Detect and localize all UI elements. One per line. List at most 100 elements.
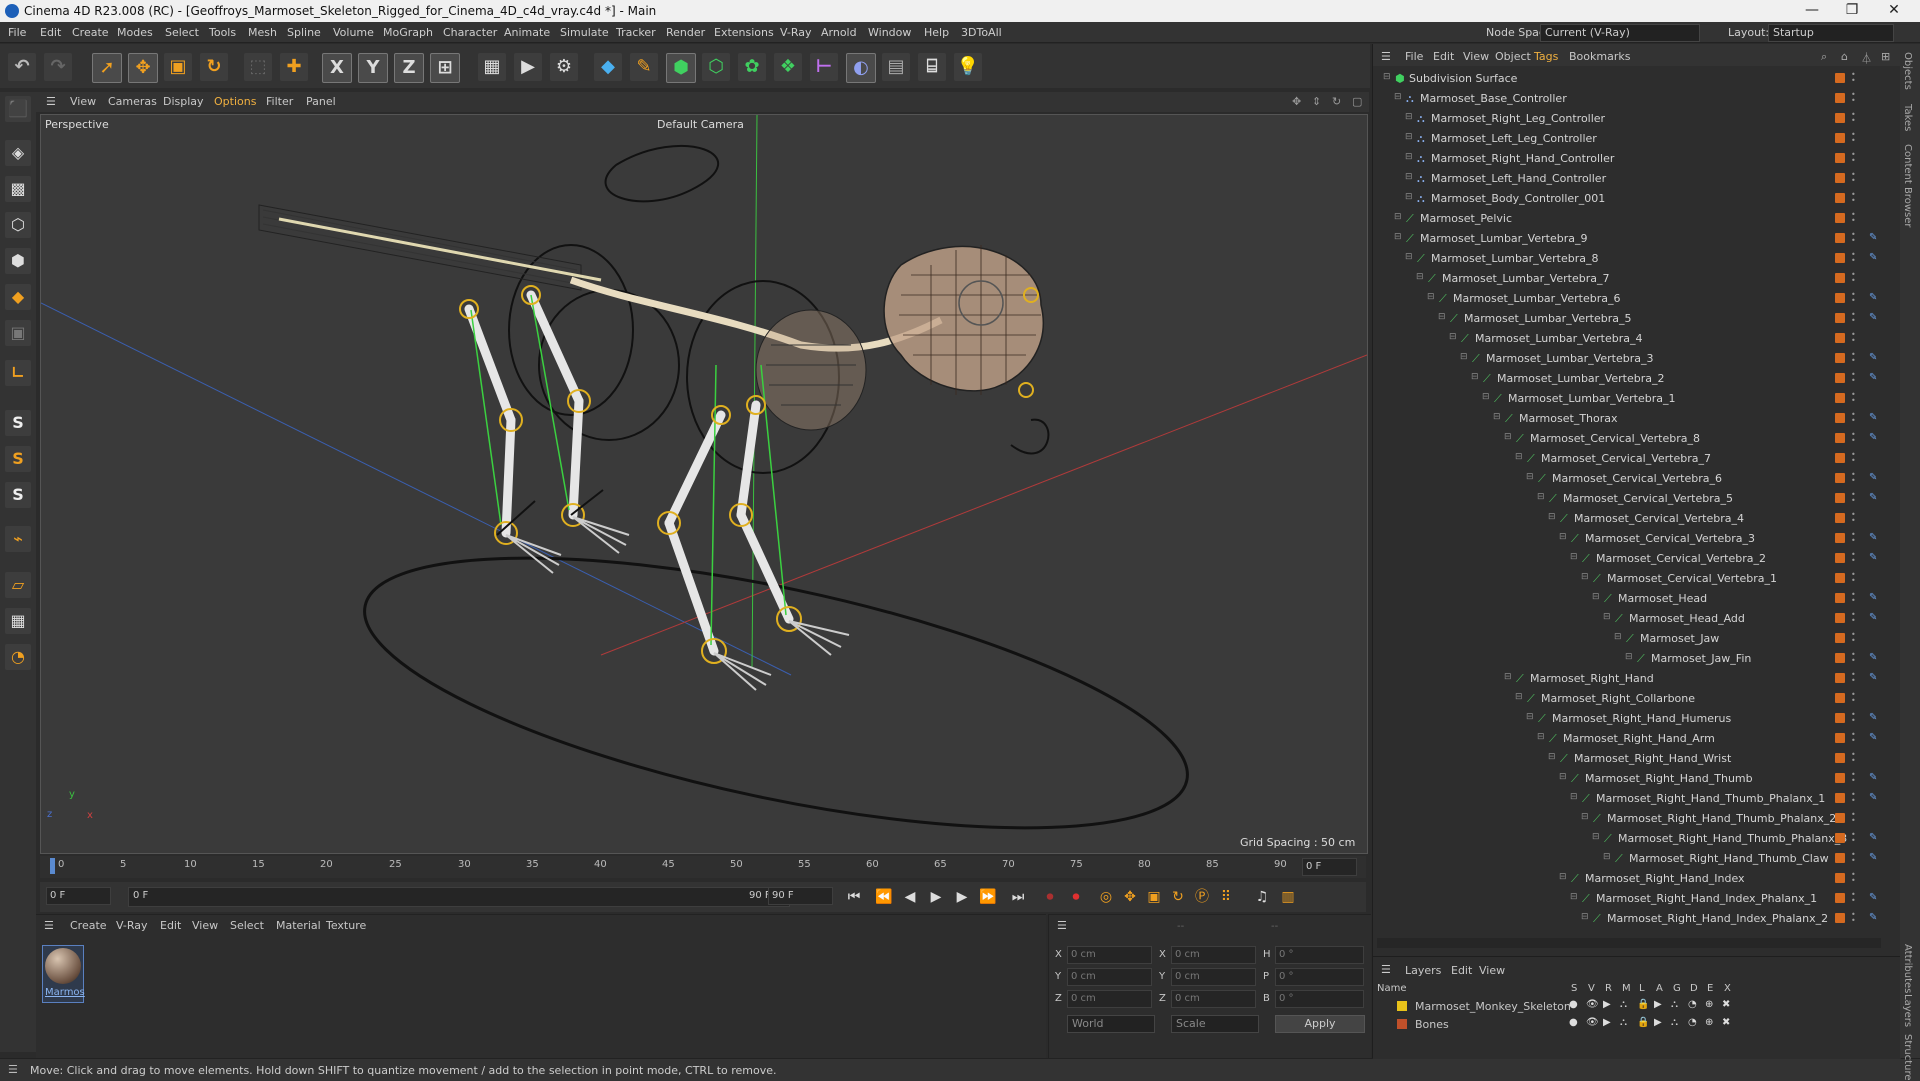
home-icon[interactable]: ⌂ [1841,50,1848,63]
ik-tag-icon[interactable]: ✎ [1869,612,1879,623]
visibility-dots-icon[interactable]: • • [1851,731,1856,745]
snap-settings-icon[interactable]: S [5,446,31,472]
field-icon[interactable]: ⊢ [810,53,838,81]
expand-toggle-icon[interactable]: ⊟ [1581,812,1589,822]
layer-color-swatch[interactable] [1835,553,1845,563]
expand-toggle-icon[interactable]: ⊟ [1581,912,1589,922]
environment-icon[interactable]: ◐ [846,53,876,83]
viewport-menu-options[interactable]: Options [214,95,256,108]
menu-vray[interactable]: V-Ray [780,26,812,39]
y-axis-lock-icon[interactable]: Y [358,53,388,83]
expand-toggle-icon[interactable]: ⊟ [1504,672,1512,682]
recent-tools-icon[interactable]: ⬚ [244,53,272,81]
layer-color-swatch[interactable] [1835,293,1845,303]
visibility-dots-icon[interactable]: • • [1851,211,1856,225]
visibility-dots-icon[interactable]: • • [1851,891,1856,905]
expand-toggle-icon[interactable]: ⊟ [1570,892,1578,902]
menu-animate[interactable]: Animate [504,26,550,39]
expand-toggle-icon[interactable]: ⊟ [1614,632,1622,642]
size-x-field[interactable]: 0 cm [1171,946,1256,964]
layer-color-swatch[interactable] [1835,433,1845,443]
visibility-dots-icon[interactable]: • • [1851,611,1856,625]
scale-key-icon[interactable]: ▣ [1144,887,1164,907]
layer-color-swatch[interactable] [1835,593,1845,603]
layer-flag-toggle-icon[interactable]: ▶ [1654,999,1662,1010]
visibility-dots-icon[interactable]: • • [1851,491,1856,505]
material-menu-edit[interactable]: Edit [160,919,181,932]
previous-key-icon[interactable]: ⏪ [874,887,894,907]
layer-color-swatch[interactable] [1835,233,1845,243]
layer-color-swatch[interactable] [1835,453,1845,463]
object-row[interactable]: ⊟ ⟋ Marmoset_Right_Hand_Index • • [1373,868,1901,888]
expand-toggle-icon[interactable]: ⊟ [1383,72,1391,82]
menu-extensions[interactable]: Extensions [714,26,774,39]
play-icon[interactable]: ▶ [926,887,946,907]
layer-color-swatch[interactable] [1397,1001,1407,1011]
coordinate-system-icon[interactable]: ⊞ [430,53,460,83]
visibility-dots-icon[interactable]: • • [1851,271,1856,285]
layer-flag-toggle-icon[interactable]: ✖ [1722,999,1730,1010]
layer-color-swatch[interactable] [1835,713,1845,723]
visibility-dots-icon[interactable]: • • [1851,151,1856,165]
ik-tag-icon[interactable]: ✎ [1869,232,1879,243]
layer-color-swatch[interactable] [1835,413,1845,423]
close-button[interactable]: ✕ [1874,2,1914,18]
menu-volume[interactable]: Volume [333,26,374,39]
create-object-icon[interactable]: ✚ [280,53,308,81]
material-hamburger-icon[interactable]: ☰ [44,919,54,932]
ik-tag-icon[interactable]: ✎ [1869,352,1879,363]
layer-color-swatch[interactable] [1835,73,1845,83]
coordinate-mode-select[interactable]: Scale [1171,1015,1259,1033]
objects-menu-view[interactable]: View [1463,50,1489,63]
material-menu-select[interactable]: Select [230,919,264,932]
expand-toggle-icon[interactable]: ⊟ [1526,472,1534,482]
expand-toggle-icon[interactable]: ⊟ [1504,432,1512,442]
object-tree-scrollbar[interactable] [1377,938,1881,948]
ik-tag-icon[interactable]: ✎ [1869,292,1879,303]
position-key-icon[interactable]: ✥ [1120,887,1140,907]
object-row[interactable]: ⊟ ⟋ Marmoset_Right_Hand_Thumb_Phalanx_1 • • ✎ [1373,788,1901,808]
visibility-dots-icon[interactable]: • • [1851,551,1856,565]
layer-flag-toggle-icon[interactable]: ◔ [1688,999,1697,1010]
object-row[interactable]: ⊟ ⟋ Marmoset_Head_Add • • ✎ [1373,608,1901,628]
coordinate-space-select[interactable]: World [1067,1015,1155,1033]
layer-color-swatch[interactable] [1835,333,1845,343]
layer-flag-toggle-icon[interactable]: 🔒 [1637,1017,1649,1028]
expand-toggle-icon[interactable]: ⊟ [1559,532,1567,542]
go-to-start-icon[interactable]: ⏮ [844,887,864,907]
visibility-dots-icon[interactable]: • • [1851,671,1856,685]
layer-color-swatch[interactable] [1835,893,1845,903]
object-row[interactable]: ⊟ ⟋ Marmoset_Lumbar_Vertebra_9 • • ✎ [1373,228,1901,248]
object-row[interactable]: ⊟ ⟋ Marmoset_Lumbar_Vertebra_6 • • ✎ [1373,288,1901,308]
expand-toggle-icon[interactable]: ⊟ [1438,312,1446,322]
visibility-dots-icon[interactable]: • • [1851,351,1856,365]
object-row[interactable]: ⊟ ⟋ Marmoset_Cervical_Vertebra_3 • • ✎ [1373,528,1901,548]
visibility-dots-icon[interactable]: • • [1851,311,1856,325]
ik-tag-icon[interactable]: ✎ [1869,852,1879,863]
expand-toggle-icon[interactable]: ⊟ [1405,252,1413,262]
model-mode-icon[interactable]: ◈ [5,140,31,166]
x-axis-lock-icon[interactable]: X [322,53,352,83]
visibility-dots-icon[interactable]: • • [1851,651,1856,665]
tab-content-browser[interactable]: Content Browser [1902,144,1913,227]
menu-spline[interactable]: Spline [287,26,321,39]
ik-tag-icon[interactable]: ✎ [1869,432,1879,443]
ik-tag-icon[interactable]: ✎ [1869,552,1879,563]
visibility-dots-icon[interactable]: • • [1851,711,1856,725]
object-row[interactable]: ⊟ ⬢ Subdivision Surface • • [1373,68,1901,88]
object-row[interactable]: ⊟ ⟋ Marmoset_Cervical_Vertebra_7 • • [1373,448,1901,468]
menu-help[interactable]: Help [924,26,949,39]
layer-color-swatch[interactable] [1835,573,1845,583]
expand-toggle-icon[interactable]: ⊟ [1405,192,1413,202]
axis-mode-icon[interactable]: ∟ [5,360,31,386]
menu-edit[interactable]: Edit [40,26,61,39]
layer-color-swatch[interactable] [1835,373,1845,383]
menu-arnold[interactable]: Arnold [821,26,857,39]
mograph-cloner-icon[interactable]: ✿ [738,53,766,81]
ik-tag-icon[interactable]: ✎ [1869,732,1879,743]
object-row[interactable]: ⊟ ⟋ Marmoset_Cervical_Vertebra_8 • • ✎ [1373,428,1901,448]
layer-flag-toggle-icon[interactable]: ● [1569,999,1578,1010]
layer-flag-toggle-icon[interactable]: ▶ [1654,1017,1662,1028]
point-level-key-icon[interactable]: ⠿ [1216,887,1236,907]
object-row[interactable]: ⊟ ⟋ Marmoset_Lumbar_Vertebra_8 • • ✎ [1373,248,1901,268]
